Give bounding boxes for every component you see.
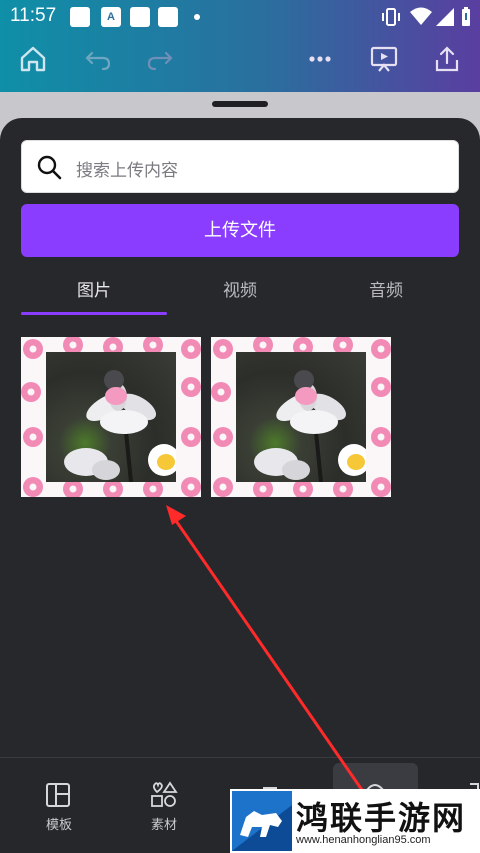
nav-label-templates[interactable]: 模板 (29, 814, 89, 833)
uploaded-image-2[interactable] (211, 337, 391, 497)
tab-images[interactable]: 图片 (21, 276, 167, 301)
tab-audio[interactable]: 音频 (313, 276, 459, 301)
search-placeholder: 搜索上传内容 (76, 161, 178, 181)
upload-files-button[interactable]: 上传文件 (21, 204, 459, 257)
present-icon[interactable] (369, 44, 399, 74)
more-notifications-dot (194, 14, 200, 20)
watermark: 鸿联手游网 www.henanhonglian95.com (230, 789, 480, 853)
tab-videos[interactable]: 视频 (167, 276, 313, 301)
watermark-url: www.henanhonglian95.com (296, 834, 431, 846)
nav-label-elements[interactable]: 素材 (134, 814, 194, 833)
uploaded-image-1[interactable] (21, 337, 201, 497)
template-icon[interactable] (45, 782, 71, 808)
active-tab-indicator (21, 312, 167, 315)
watermark-title: 鸿联手游网 (296, 799, 467, 837)
panel-drag-handle[interactable] (212, 101, 268, 107)
undo-icon[interactable] (83, 44, 113, 74)
status-time: 11:57 (10, 5, 57, 26)
notification-icon (158, 7, 178, 27)
status-bar: 11:57 A (0, 0, 480, 34)
notification-icon (70, 7, 90, 27)
watermark-logo (232, 791, 292, 851)
home-icon[interactable] (18, 44, 48, 74)
notification-app-icon: A (101, 7, 121, 27)
notification-icon (130, 7, 150, 27)
signal-icon (436, 8, 454, 26)
flower-photo (236, 352, 366, 482)
search-input[interactable]: 搜索上传内容 (21, 140, 459, 193)
elements-icon[interactable] (150, 781, 178, 809)
share-icon[interactable] (432, 44, 462, 74)
vibrate-icon (382, 8, 400, 26)
search-icon (37, 155, 62, 180)
battery-icon (462, 7, 470, 26)
redo-icon[interactable] (145, 44, 175, 74)
more-icon[interactable] (306, 44, 336, 74)
flower-photo (46, 352, 176, 482)
wifi-icon (410, 7, 432, 25)
